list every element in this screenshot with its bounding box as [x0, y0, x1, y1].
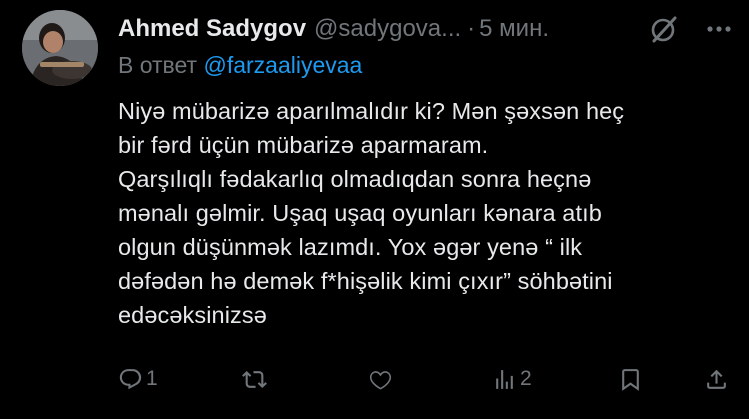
reply-context: В ответ @farzaaliyevaa	[118, 52, 362, 82]
tweet[interactable]: Ahmed Sadygov @sadygova... · 5 мин. В от…	[0, 0, 749, 419]
grok-icon[interactable]	[647, 12, 681, 46]
retweet-icon	[242, 370, 267, 388]
share-button[interactable]	[704, 362, 729, 396]
views-icon	[496, 369, 513, 389]
reply-count: 1	[146, 367, 158, 390]
avatar-image	[22, 10, 98, 86]
author-handle[interactable]: @sadygova...	[314, 15, 461, 43]
reply-icon	[119, 368, 142, 389]
more-icon[interactable]	[702, 12, 736, 46]
timestamp[interactable]: 5 мин.	[479, 15, 549, 43]
tweet-header: Ahmed Sadygov @sadygova... · 5 мин.	[118, 11, 749, 47]
author-name[interactable]: Ahmed Sadygov	[118, 15, 306, 43]
retweet-button[interactable]	[242, 362, 270, 396]
avatar[interactable]	[22, 10, 98, 86]
like-button[interactable]	[368, 362, 396, 396]
reply-prefix: В ответ	[118, 52, 198, 78]
like-icon	[369, 370, 392, 390]
bookmark-icon	[622, 368, 639, 391]
separator-dot: ·	[467, 15, 476, 42]
views-count: 2	[520, 367, 532, 390]
action-bar: 1 2	[118, 362, 738, 396]
share-icon	[707, 369, 726, 389]
tweet-text: Niyə mübarizə aparılmalıdır ki? Mən şəxs…	[118, 98, 625, 328]
reply-mention-link[interactable]: @farzaaliyevaa	[203, 52, 362, 78]
bookmark-button[interactable]	[618, 362, 643, 396]
reply-button[interactable]: 1	[118, 362, 158, 396]
views-button[interactable]: 2	[492, 362, 532, 396]
